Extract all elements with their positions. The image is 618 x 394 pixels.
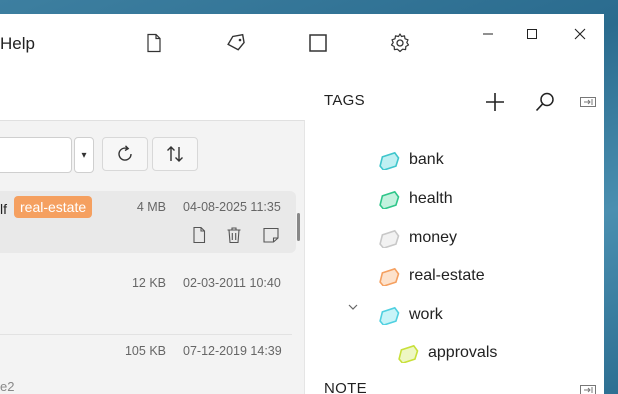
file-row[interactable]: 105 KB 07-12-2019 14:39 e2 — [0, 335, 296, 394]
refresh-icon — [118, 145, 132, 161]
file-tag-chip[interactable]: real-estate — [14, 196, 93, 218]
file-subtext: e2 — [0, 379, 15, 394]
combo-dropdown-button[interactable]: ▾ — [74, 137, 94, 173]
file-row[interactable]: 12 KB 02-03-2011 10:40 — [0, 267, 296, 335]
file-size: 105 KB — [124, 344, 166, 358]
open-file-icon[interactable] — [189, 225, 209, 245]
add-tag-icon[interactable] — [483, 90, 507, 114]
tag-label: money — [409, 229, 458, 246]
note-title: NOTE — [324, 380, 367, 394]
tag-label: real-estate — [409, 267, 485, 284]
file-size: 4 MB — [136, 200, 166, 214]
file-list-scrollbar[interactable] — [297, 213, 300, 241]
file-size: 12 KB — [131, 276, 166, 290]
gear-icon[interactable] — [389, 32, 411, 54]
app-window: Help ▾ lf real-estate 4 MB 04-08-2025 11… — [0, 14, 604, 394]
collapse-panel-icon[interactable] — [580, 96, 596, 108]
collapse-panel-icon[interactable] — [580, 384, 596, 394]
tag-icon — [379, 229, 400, 248]
tag-icon — [379, 306, 400, 325]
close-icon — [574, 28, 586, 40]
minimize-icon — [483, 33, 493, 35]
sort-arrows-icon — [167, 146, 183, 162]
tag-icon — [379, 267, 400, 286]
refresh-button[interactable] — [102, 137, 148, 171]
tag-icon[interactable] — [225, 32, 247, 54]
file-list-pane: ▾ lf real-estate 4 MB 04-08-2025 11:35 1… — [0, 120, 305, 394]
tag-item-approvals[interactable]: approvals — [396, 339, 497, 367]
file-icon[interactable] — [143, 32, 165, 54]
trash-icon[interactable] — [224, 225, 244, 245]
tag-item-money[interactable]: money — [377, 224, 457, 252]
search-combo-input[interactable] — [0, 137, 72, 173]
tag-label: health — [409, 190, 453, 207]
tag-item-bank[interactable]: bank — [377, 146, 444, 174]
close-button[interactable] — [565, 22, 595, 46]
file-date: 02-03-2011 10:40 — [183, 276, 281, 290]
sort-button[interactable] — [152, 137, 198, 171]
file-row[interactable]: lf real-estate 4 MB 04-08-2025 11:35 — [0, 191, 296, 253]
chevron-down-icon: ▾ — [81, 149, 87, 161]
tags-pane: TAGS bank health money real-estate work … — [305, 74, 604, 394]
tag-label: work — [409, 306, 443, 323]
tag-icon — [379, 190, 400, 209]
tags-title: TAGS — [324, 92, 365, 109]
maximize-button[interactable] — [517, 22, 547, 46]
title-bar: Help — [0, 14, 604, 74]
note-icon[interactable] — [261, 225, 281, 245]
chevron-down-icon[interactable] — [347, 301, 359, 313]
tag-item-real-estate[interactable]: real-estate — [377, 262, 485, 290]
tag-icon — [379, 151, 400, 170]
tag-icon — [398, 344, 419, 363]
file-name: lf — [0, 201, 7, 217]
file-date: 04-08-2025 11:35 — [183, 200, 281, 214]
maximize-icon — [527, 29, 537, 39]
tag-item-work[interactable]: work — [377, 301, 443, 329]
tag-label: bank — [409, 151, 444, 168]
minimize-button[interactable] — [473, 22, 503, 46]
search-icon[interactable] — [533, 90, 557, 114]
square-icon[interactable] — [307, 32, 329, 54]
tag-label: approvals — [428, 344, 498, 361]
help-menu[interactable]: Help — [0, 34, 35, 54]
tag-item-health[interactable]: health — [377, 185, 453, 213]
file-date: 07-12-2019 14:39 — [183, 344, 282, 358]
